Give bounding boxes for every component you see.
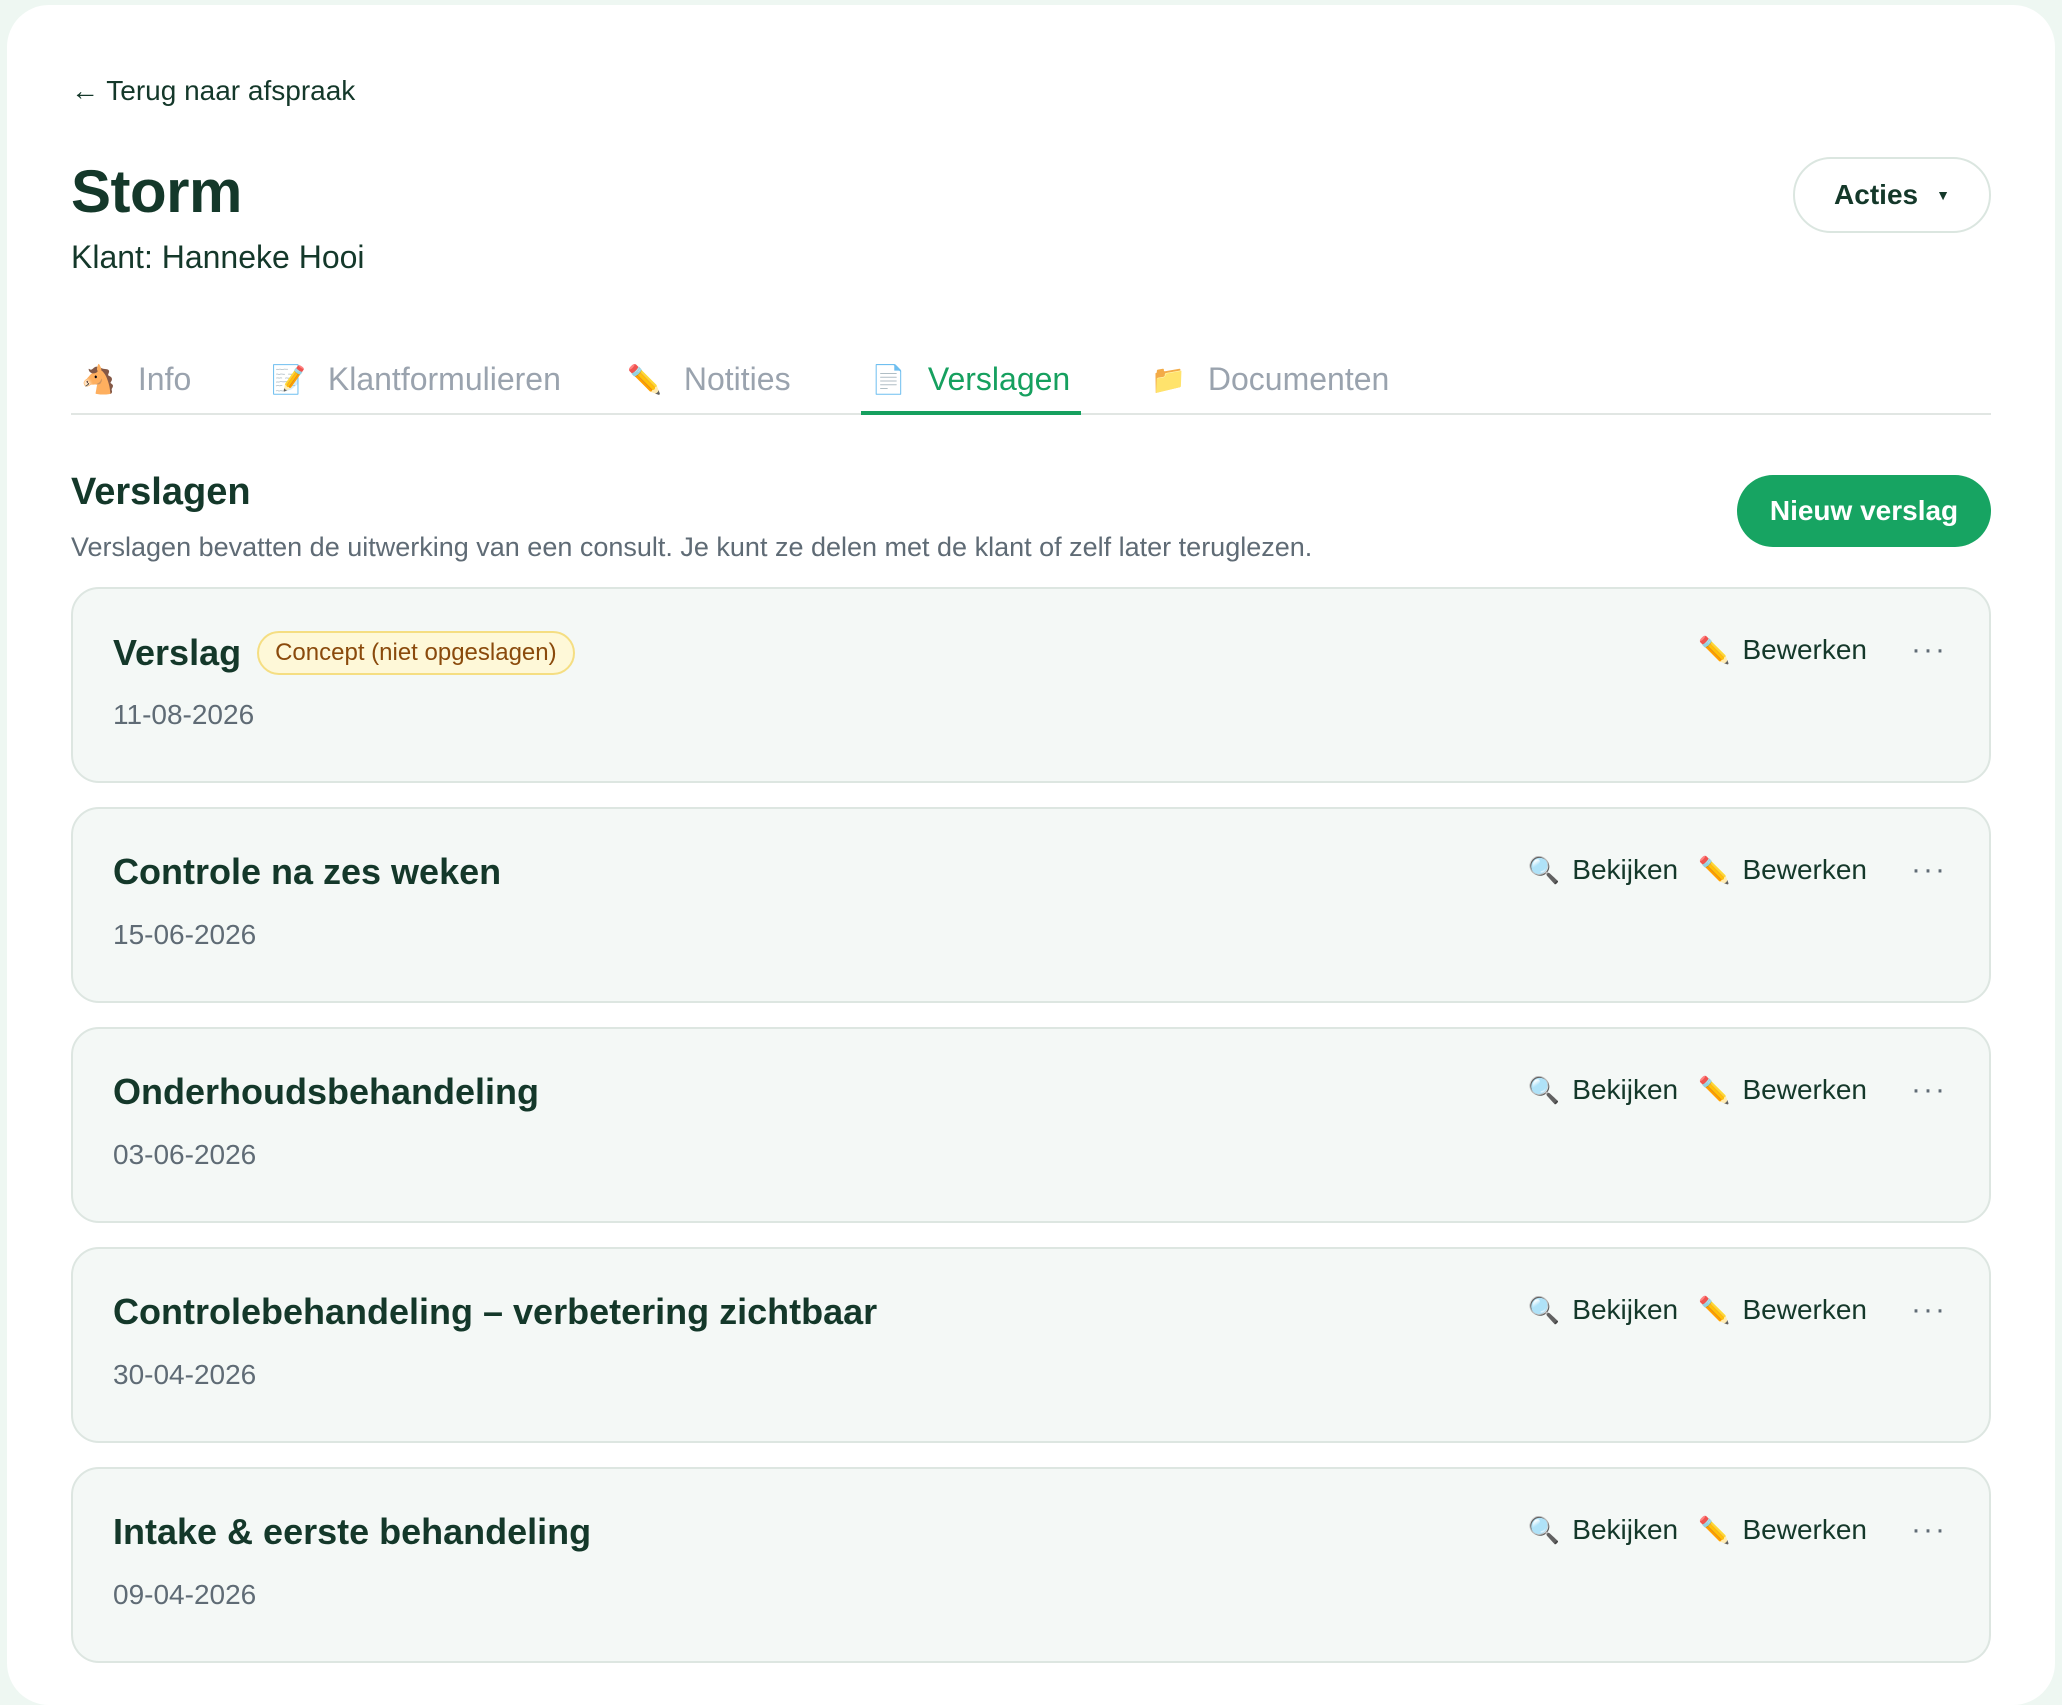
more-options-icon[interactable]: ··· <box>1909 633 1949 667</box>
main-panel: ← Terug naar afspraak Storm Klant: Hanne… <box>7 5 2055 1705</box>
tab-bar: 🐴 Info 📝 Klantformulieren ✏️ Notities 📄 … <box>71 345 1991 415</box>
report-title: Onderhoudsbehandeling <box>113 1071 540 1112</box>
report-title: Controlebehandeling – verbetering zichtb… <box>113 1291 878 1332</box>
view-button[interactable]: 🔍 Bekijken <box>1528 1074 1678 1106</box>
report-actions: 🔍 Bekijken ✏️ Bewerken ··· <box>1508 1293 1949 1327</box>
report-title: Controle na zes weken <box>113 851 502 892</box>
report-card[interactable]: Onderhoudsbehandeling 03-06-2026 🔍 Bekij… <box>71 1027 1991 1223</box>
report-title-row: Verslag Concept (niet opgeslagen) <box>113 631 575 675</box>
tab-documenten[interactable]: 📁 Documenten <box>1141 345 1411 413</box>
edit-button[interactable]: ✏️ Bewerken <box>1698 854 1867 886</box>
tab-notities[interactable]: ✏️ Notities <box>617 345 817 413</box>
view-label[interactable]: Bekijken <box>1572 1074 1678 1106</box>
more-options-icon[interactable]: ··· <box>1909 1513 1949 1547</box>
pencil-icon: ✏️ <box>627 363 662 395</box>
horse-icon: 🐴 <box>81 363 116 395</box>
report-date: 30-04-2026 <box>113 1359 257 1390</box>
report-title-row: Controlebehandeling – verbetering zichtb… <box>113 1291 877 1333</box>
view-button[interactable]: 🔍 Bekijken <box>1528 854 1678 886</box>
view-label[interactable]: Bekijken <box>1572 854 1678 886</box>
report-title-row: Intake & eerste behandeling <box>113 1511 591 1553</box>
report-actions: 🔍 Bekijken ✏️ Bewerken ··· <box>1508 853 1949 887</box>
view-label[interactable]: Bekijken <box>1572 1294 1678 1326</box>
report-card[interactable]: Controle na zes weken 15-06-2026 🔍 Bekij… <box>71 807 1991 1003</box>
report-actions: 🔍 Bekijken ✏️ Bewerken ··· <box>1508 1073 1949 1107</box>
edit-button[interactable]: ✏️ Bewerken <box>1698 634 1867 666</box>
more-options-icon[interactable]: ··· <box>1909 1293 1949 1327</box>
report-title: Intake & eerste behandeling <box>113 1511 592 1552</box>
more-options-icon[interactable]: ··· <box>1909 1073 1949 1107</box>
report-card[interactable]: Controlebehandeling – verbetering zichtb… <box>71 1247 1991 1443</box>
magnifier-icon: 🔍 <box>1527 1514 1561 1545</box>
status-badge: Concept (niet opgeslagen) <box>257 631 575 675</box>
report-date: 03-06-2026 <box>113 1139 257 1170</box>
client-name: Klant: Hanneke Hooi <box>71 239 365 275</box>
back-link[interactable]: ← Terug naar afspraak <box>71 75 355 107</box>
report-date: 11-08-2026 <box>113 699 255 730</box>
report-date: 09-04-2026 <box>113 1579 257 1610</box>
report-date: 15-06-2026 <box>113 919 257 950</box>
memo-icon: 📝 <box>271 363 306 395</box>
tab-info[interactable]: 🐴 Info <box>71 345 211 413</box>
section-description: Verslagen bevatten de uitwerking van een… <box>71 532 1313 562</box>
report-actions: ✏️ Bewerken ··· <box>1678 633 1949 667</box>
edit-button[interactable]: ✏️ Bewerken <box>1698 1514 1867 1546</box>
tab-label[interactable]: Info <box>138 361 191 398</box>
edit-label[interactable]: Bewerken <box>1742 1074 1867 1106</box>
new-report-button[interactable]: Nieuw verslag <box>1737 475 1991 547</box>
caret-down-icon: ▼ <box>1936 187 1950 203</box>
magnifier-icon: 🔍 <box>1527 1294 1561 1325</box>
tab-label[interactable]: Notities <box>684 361 791 398</box>
magnifier-icon: 🔍 <box>1527 1074 1561 1105</box>
report-title-row: Onderhoudsbehandeling <box>113 1071 539 1113</box>
report-actions: 🔍 Bekijken ✏️ Bewerken ··· <box>1508 1513 1949 1547</box>
back-link-label[interactable]: ← Terug naar afspraak <box>71 75 355 107</box>
actions-dropdown-label[interactable]: Acties <box>1834 179 1918 211</box>
actions-dropdown-button[interactable]: Acties ▼ <box>1793 157 1991 233</box>
report-list: Verslag Concept (niet opgeslagen) 11-08-… <box>71 587 1991 1687</box>
pencil-icon: ✏️ <box>1698 634 1731 665</box>
edit-label[interactable]: Bewerken <box>1742 634 1867 666</box>
view-button[interactable]: 🔍 Bekijken <box>1528 1294 1678 1326</box>
section-title: Verslagen <box>71 471 251 513</box>
edit-button[interactable]: ✏️ Bewerken <box>1698 1294 1867 1326</box>
tab-verslagen[interactable]: 📄 Verslagen <box>861 345 1081 415</box>
tab-klantformulieren[interactable]: 📝 Klantformulieren <box>261 345 567 413</box>
tab-label[interactable]: Documenten <box>1208 361 1389 398</box>
folder-icon: 📁 <box>1151 363 1186 395</box>
view-label[interactable]: Bekijken <box>1572 1514 1678 1546</box>
report-card[interactable]: Intake & eerste behandeling 09-04-2026 🔍… <box>71 1467 1991 1663</box>
pencil-icon: ✏️ <box>1698 1514 1731 1545</box>
edit-label[interactable]: Bewerken <box>1742 1294 1867 1326</box>
pencil-icon: ✏️ <box>1698 1074 1731 1105</box>
view-button[interactable]: 🔍 Bekijken <box>1528 1514 1678 1546</box>
page-icon: 📄 <box>871 363 906 395</box>
page-title: Storm <box>71 158 242 225</box>
magnifier-icon: 🔍 <box>1527 854 1561 885</box>
tab-label[interactable]: Verslagen <box>928 361 1070 398</box>
edit-button[interactable]: ✏️ Bewerken <box>1698 1074 1867 1106</box>
pencil-icon: ✏️ <box>1698 1294 1731 1325</box>
report-title: Verslag <box>113 632 242 673</box>
edit-label[interactable]: Bewerken <box>1742 854 1867 886</box>
more-options-icon[interactable]: ··· <box>1909 853 1949 887</box>
tab-label[interactable]: Klantformulieren <box>328 361 561 398</box>
edit-label[interactable]: Bewerken <box>1742 1514 1867 1546</box>
report-card[interactable]: Verslag Concept (niet opgeslagen) 11-08-… <box>71 587 1991 783</box>
report-title-row: Controle na zes weken <box>113 851 501 893</box>
pencil-icon: ✏️ <box>1698 854 1731 885</box>
